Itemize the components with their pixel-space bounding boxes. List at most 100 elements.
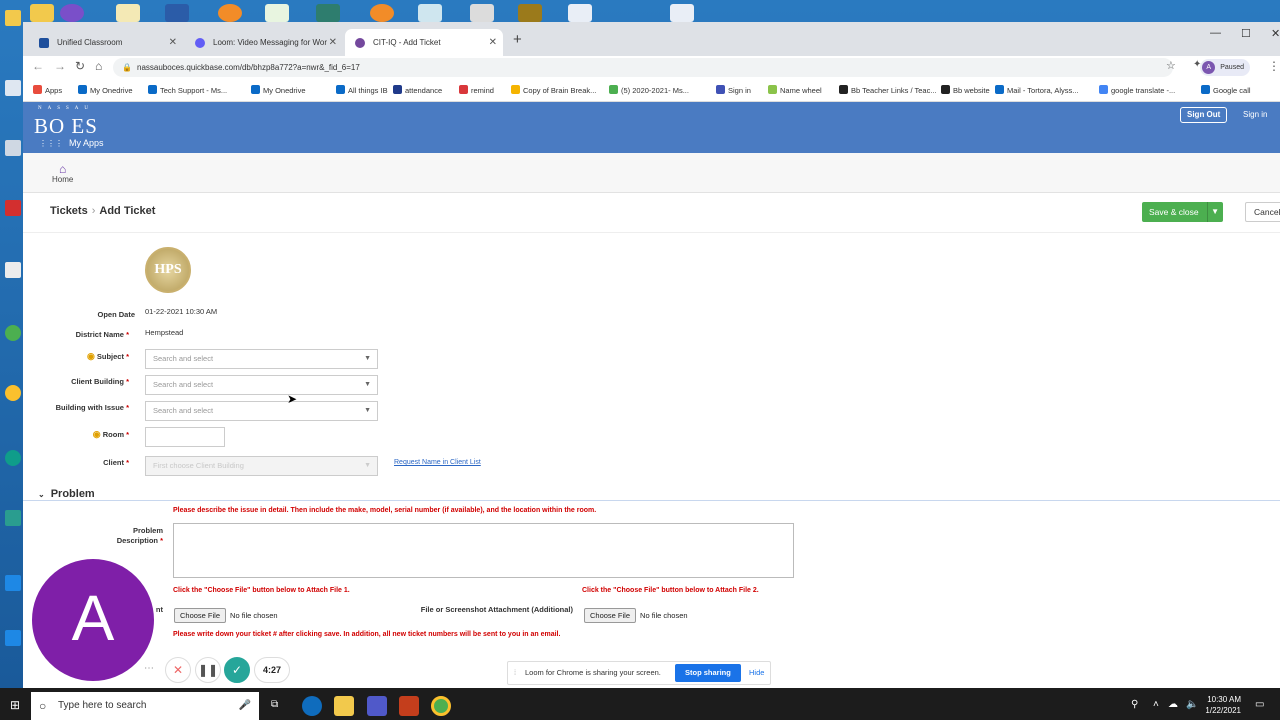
maximize-icon[interactable]: ☐ xyxy=(1241,27,1251,40)
pause-icon[interactable]: ❚❚ xyxy=(195,657,221,683)
minimize-icon[interactable]: — xyxy=(1210,27,1221,39)
profile-button[interactable]: A Paused xyxy=(1200,59,1250,76)
star-icon[interactable]: ☆ xyxy=(1166,59,1176,72)
window-close-icon[interactable]: ✕ xyxy=(1271,27,1280,40)
file-input-1[interactable]: Choose File No file chosen xyxy=(174,608,278,623)
microphone-icon[interactable]: 🎤 xyxy=(239,692,251,720)
app-icon[interactable] xyxy=(418,4,442,22)
save-close-button[interactable]: Save & close ▼ xyxy=(1142,202,1223,222)
windows-start-icon[interactable]: ⊞ xyxy=(10,698,20,712)
think-icon[interactable] xyxy=(165,4,189,22)
subject-select[interactable]: Search and select ▼ xyxy=(145,349,378,369)
chevron-up-icon[interactable]: ˄ xyxy=(1153,699,1159,710)
bookmark-item[interactable]: remind xyxy=(459,85,494,95)
edge-icon[interactable] xyxy=(4,450,22,468)
ed-icon[interactable] xyxy=(518,4,542,22)
drag-handle-icon[interactable]: ⁞ xyxy=(514,662,516,684)
loom-camera-bubble[interactable]: A xyxy=(29,556,157,684)
breadcrumb-tickets[interactable]: Tickets xyxy=(50,205,88,217)
bookmark-item[interactable]: Mail - Tortora, Alyss... xyxy=(995,85,1079,95)
chrome-icon[interactable] xyxy=(4,385,22,403)
cancel-recording-icon[interactable]: ✕ xyxy=(165,657,191,683)
edge-icon[interactable] xyxy=(302,696,322,716)
close-icon[interactable]: ✕ xyxy=(329,29,337,56)
bookmark-item[interactable]: google translate -... xyxy=(1099,85,1175,95)
tab-add-ticket[interactable]: CIT-IQ - Add Ticket ✕ xyxy=(345,29,503,56)
desktop-icon[interactable] xyxy=(4,10,22,28)
file-input-2[interactable]: Choose File No file chosen xyxy=(584,608,688,623)
notifications-icon[interactable]: ▭ xyxy=(1255,699,1264,710)
taskbar-search[interactable]: ○ Type here to search 🎤 xyxy=(31,692,259,720)
tab-loom[interactable]: Loom: Video Messaging for Wor ✕ xyxy=(185,29,343,56)
volume-icon[interactable]: 🔈 xyxy=(1186,699,1198,710)
chevron-down-icon[interactable]: ▼ xyxy=(1206,202,1223,222)
bookmark-item[interactable]: Bb Teacher Links / Teac... xyxy=(839,85,937,95)
forward-icon[interactable]: → xyxy=(54,59,66,73)
chrome-icon[interactable] xyxy=(431,696,451,716)
back-icon[interactable]: ← xyxy=(32,59,44,73)
problem-description-textarea[interactable] xyxy=(173,523,794,578)
system-clock[interactable]: 10:30 AM 1/22/2021 xyxy=(1200,694,1241,716)
home-icon[interactable]: ⌂ xyxy=(95,59,102,73)
bookmark-item[interactable]: My Onedrive xyxy=(251,85,306,95)
chrome-icon[interactable] xyxy=(4,325,22,343)
my-apps-button[interactable]: ⋮⋮⋮ My Apps xyxy=(39,138,104,148)
desktop-icon[interactable] xyxy=(4,510,22,528)
choose-file-button[interactable]: Choose File xyxy=(584,608,637,623)
desktop-icon[interactable] xyxy=(4,80,22,98)
new-tab-icon[interactable]: + xyxy=(513,31,522,48)
problem-section-header[interactable]: ⌄ Problem xyxy=(38,488,95,500)
finish-recording-icon[interactable]: ✓ xyxy=(224,657,250,683)
acrobat-icon[interactable] xyxy=(4,200,22,218)
url-field[interactable]: 🔒 nassauboces.quickbase.com/db/bhzp8a772… xyxy=(113,58,1173,77)
home-button[interactable]: ⌂ Home xyxy=(52,163,73,184)
close-icon[interactable]: ✕ xyxy=(169,29,177,56)
app-icon[interactable] xyxy=(370,4,394,22)
app-icon[interactable] xyxy=(265,4,289,22)
task-view-icon[interactable]: ⧉ xyxy=(271,699,278,710)
teams-icon[interactable] xyxy=(367,696,387,716)
client-building-select[interactable]: Search and select ▼ xyxy=(145,375,378,395)
desktop-icon[interactable] xyxy=(4,262,22,280)
bookmark-item[interactable]: Copy of Brain Break... xyxy=(511,85,596,95)
app-icon[interactable] xyxy=(316,4,340,22)
app-icon[interactable] xyxy=(470,4,494,22)
recycle-bin-icon[interactable] xyxy=(4,140,22,158)
bookmark-item[interactable]: (5) 2020-2021- Ms... xyxy=(609,85,689,95)
file-icon[interactable] xyxy=(116,4,140,22)
close-icon[interactable]: ✕ xyxy=(489,29,497,56)
reload-icon[interactable]: ↻ xyxy=(75,59,85,73)
onedrive-icon[interactable]: ☁ xyxy=(1168,699,1178,710)
desktop-icon[interactable] xyxy=(4,575,22,593)
bookmark-item[interactable]: Sign in xyxy=(716,85,751,95)
bookmark-item[interactable]: All things IB xyxy=(336,85,388,95)
bookmark-item[interactable]: Name wheel xyxy=(768,85,822,95)
bookmark-item[interactable]: Google call xyxy=(1201,85,1251,95)
hide-button[interactable]: Hide xyxy=(749,662,764,684)
desktop-icon[interactable] xyxy=(4,630,22,648)
bookmark-item[interactable]: Tech Support - Ms... xyxy=(148,85,227,95)
app-icon[interactable] xyxy=(670,4,694,22)
tab-unified-classroom[interactable]: Unified Classroom ✕ xyxy=(29,29,183,56)
people-icon[interactable]: ⚲ xyxy=(1131,699,1138,710)
building-with-issue-select[interactable]: Search and select ▼ xyxy=(145,401,378,421)
more-icon[interactable]: ⋯ xyxy=(139,657,159,683)
folder-icon[interactable] xyxy=(30,4,54,22)
bookmark-item[interactable]: Apps xyxy=(33,85,62,95)
choose-file-button[interactable]: Choose File xyxy=(174,608,227,623)
app-icon[interactable] xyxy=(218,4,242,22)
request-name-link[interactable]: Request Name in Client List xyxy=(394,459,481,466)
app-icon[interactable] xyxy=(568,4,592,22)
sign-in-link[interactable]: Sign in xyxy=(1243,110,1267,119)
file-explorer-icon[interactable] xyxy=(334,696,354,716)
bookmark-item[interactable]: My Onedrive xyxy=(78,85,133,95)
powerpoint-icon[interactable] xyxy=(399,696,419,716)
menu-icon[interactable]: ⋮ xyxy=(1268,59,1280,73)
cancel-button[interactable]: Cancel xyxy=(1245,202,1280,222)
app-icon[interactable] xyxy=(60,4,84,22)
bookmark-item[interactable]: Bb website xyxy=(941,85,990,95)
stop-sharing-button[interactable]: Stop sharing xyxy=(675,664,741,682)
room-input[interactable] xyxy=(145,427,225,447)
sign-out-button[interactable]: Sign Out xyxy=(1180,107,1228,123)
bookmark-item[interactable]: attendance xyxy=(393,85,442,95)
